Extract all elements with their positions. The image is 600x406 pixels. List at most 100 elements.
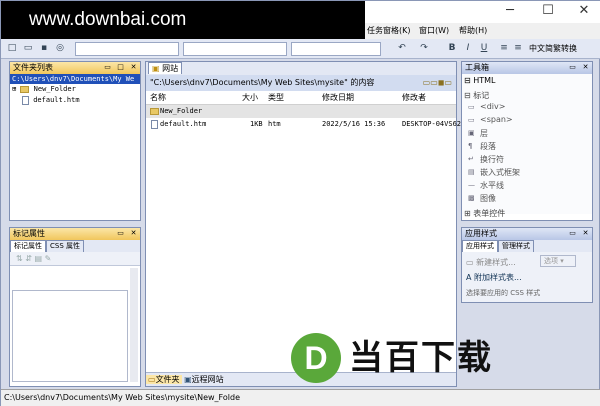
col-date[interactable]: 修改日期: [322, 91, 354, 105]
close-panel-icon[interactable]: ✕: [581, 63, 590, 72]
col-modified-by[interactable]: 修改者: [402, 91, 426, 105]
pin-icon[interactable]: ▭: [116, 229, 125, 238]
group-tags[interactable]: ⊟ 标记: [464, 90, 489, 101]
size-combo[interactable]: [291, 42, 381, 56]
paragraph-icon: ¶: [468, 142, 473, 150]
style-combo[interactable]: [75, 42, 179, 56]
toolbar: □ ▭ ▪ ◎ ↶ ↷ B I U ≡ ≡ 中文简繁转换: [1, 39, 600, 59]
undo-icon[interactable]: ↶: [397, 43, 407, 53]
tab-manage-styles[interactable]: 管理样式: [498, 240, 534, 252]
align-right-icon[interactable]: ≡: [513, 43, 523, 53]
tab-tag-props[interactable]: 标记属性: [10, 240, 46, 252]
redo-icon[interactable]: ↷: [419, 43, 429, 53]
new-style-button[interactable]: ▭ 新建样式...: [466, 257, 516, 268]
styles-header: 应用样式 ▭ ✕: [462, 228, 592, 240]
file-list-header: 名称 大小 类型 修改日期 修改者: [146, 91, 456, 105]
maximize-button[interactable]: ☐: [533, 1, 563, 23]
attach-label: 附加样式表...: [474, 273, 522, 282]
preview-icon[interactable]: ◎: [55, 43, 65, 53]
toolbox-title: 工具箱: [465, 63, 489, 72]
options-dropdown[interactable]: 选项 ▾: [540, 255, 576, 267]
layer-icon: ▣: [468, 129, 475, 137]
path-bar: "C:\Users\dnv7\Documents\My Web Sites\my…: [146, 75, 456, 91]
tree-item-folder[interactable]: ⊞ New_Folder: [10, 84, 140, 95]
styles-title: 应用样式: [465, 229, 497, 238]
tool-paragraph[interactable]: 段落: [480, 141, 496, 152]
watermark-banner: www.downbai.com: [1, 1, 365, 39]
save-icon[interactable]: ▪: [39, 43, 49, 53]
tree-item-file[interactable]: default.htm: [10, 95, 140, 106]
bold-icon[interactable]: B: [447, 43, 457, 53]
tool-linebreak[interactable]: 换行符: [480, 154, 504, 165]
styles-hint: 选择要应用的 CSS 样式: [466, 289, 541, 297]
underline-icon[interactable]: U: [479, 43, 489, 53]
tab-folders[interactable]: ▭文件夹: [146, 375, 182, 384]
menu-task-pane[interactable]: 任务窗格(K): [367, 25, 411, 36]
row-date: 2022/5/16 15:36: [322, 120, 386, 128]
pin-icon[interactable]: ▭: [568, 63, 577, 72]
group-forms-label: 表单控件: [473, 209, 506, 218]
tab-remote-label: 远程网站: [191, 375, 224, 384]
menu-window[interactable]: 窗口(W): [419, 25, 449, 36]
linebreak-icon: ↵: [468, 155, 474, 163]
div-icon: ▭: [468, 103, 475, 111]
group-tags-label: 标记: [473, 91, 490, 100]
path-bar-icons[interactable]: ▭▭◼▭: [423, 75, 452, 91]
close-panel-icon[interactable]: ✕: [129, 63, 138, 72]
tab-website-label: 网站: [162, 64, 179, 73]
path-label: "C:\Users\dnv7\Documents\My Web Sites\my…: [150, 78, 375, 87]
col-size[interactable]: 大小: [242, 91, 258, 105]
options-label: 选项: [544, 257, 558, 265]
row-size: 1KB: [250, 120, 263, 128]
iframe-icon: ▤: [468, 168, 475, 176]
group-html-label: HTML: [473, 76, 496, 85]
new-icon[interactable]: □: [7, 43, 17, 53]
tool-layer[interactable]: 层: [480, 128, 488, 139]
props-grid[interactable]: [12, 290, 128, 382]
tree-root[interactable]: C:\Users\dnv7\Documents\My We: [10, 74, 140, 84]
new-folder-icon[interactable]: ▭: [103, 63, 112, 72]
tool-hr[interactable]: 水平线: [480, 180, 504, 191]
group-html[interactable]: ⊟ HTML: [464, 76, 496, 85]
app-window: www.downbai.com ─ ☐ ✕ 任务窗格(K) 窗口(W) 帮助(H…: [0, 0, 600, 406]
align-left-icon[interactable]: ≡: [499, 43, 509, 53]
tool-iframe[interactable]: 嵌入式框架: [480, 167, 520, 178]
props-scrollbar[interactable]: [130, 268, 138, 382]
close-panel-icon[interactable]: ✕: [129, 229, 138, 238]
italic-icon[interactable]: I: [463, 43, 473, 53]
new-page-icon[interactable]: □: [116, 63, 125, 72]
folder-icon: [20, 85, 30, 93]
menu-help[interactable]: 帮助(H): [459, 25, 487, 36]
row-modified-by: DESKTOP-04VS62: [402, 120, 462, 128]
folder-list-panel: 文件夹列表 ▭ □ ✕ C:\Users\dnv7\Documents\My W…: [9, 61, 141, 221]
close-panel-icon[interactable]: ✕: [581, 229, 590, 238]
folder-list-title: 文件夹列表: [13, 63, 53, 72]
close-button[interactable]: ✕: [569, 1, 599, 23]
minimize-button[interactable]: ─: [495, 1, 525, 23]
table-row[interactable]: default.htm 1KB htm 2022/5/16 15:36 DESK…: [146, 118, 461, 131]
toolbox-panel: 工具箱 ▭ ✕ ⊟ HTML ⊟ 标记 ▭ <div> ▭ <span> ▣ 层 ¶ 段…: [461, 61, 593, 221]
hr-icon: —: [468, 181, 475, 189]
font-combo[interactable]: [183, 42, 287, 56]
open-icon[interactable]: ▭: [23, 43, 33, 53]
menu-bar: 任务窗格(K) 窗口(W) 帮助(H): [365, 23, 600, 39]
tab-website[interactable]: ▣ 网站: [148, 62, 183, 74]
lang-convert-button[interactable]: 中文简繁转换: [529, 43, 577, 54]
tab-css-props[interactable]: CSS 属性: [46, 240, 84, 252]
pin-icon[interactable]: ▭: [568, 229, 577, 238]
table-row[interactable]: New_Folder: [146, 105, 456, 118]
tree-item-label: default.htm: [33, 96, 80, 104]
status-bar: C:\Users\dnv7\Documents\My Web Sites\mys…: [1, 389, 600, 406]
tool-div[interactable]: <div>: [480, 102, 505, 111]
tag-props-header: 标记属性 ▭ ✕: [10, 228, 140, 240]
col-name[interactable]: 名称: [150, 91, 166, 105]
attach-stylesheet-button[interactable]: A 附加样式表...: [466, 272, 522, 283]
tab-apply-styles[interactable]: 应用样式: [462, 240, 498, 252]
tool-span[interactable]: <span>: [480, 115, 513, 124]
col-type[interactable]: 类型: [268, 91, 284, 105]
tool-image[interactable]: 图像: [480, 193, 496, 204]
props-toolbar: ⇅ ⇵ ▤ ✎: [10, 252, 140, 266]
group-forms[interactable]: ⊞ 表单控件: [464, 208, 505, 219]
row-name: default.htm: [160, 120, 207, 128]
tab-remote[interactable]: ▣远程网站: [184, 375, 224, 384]
